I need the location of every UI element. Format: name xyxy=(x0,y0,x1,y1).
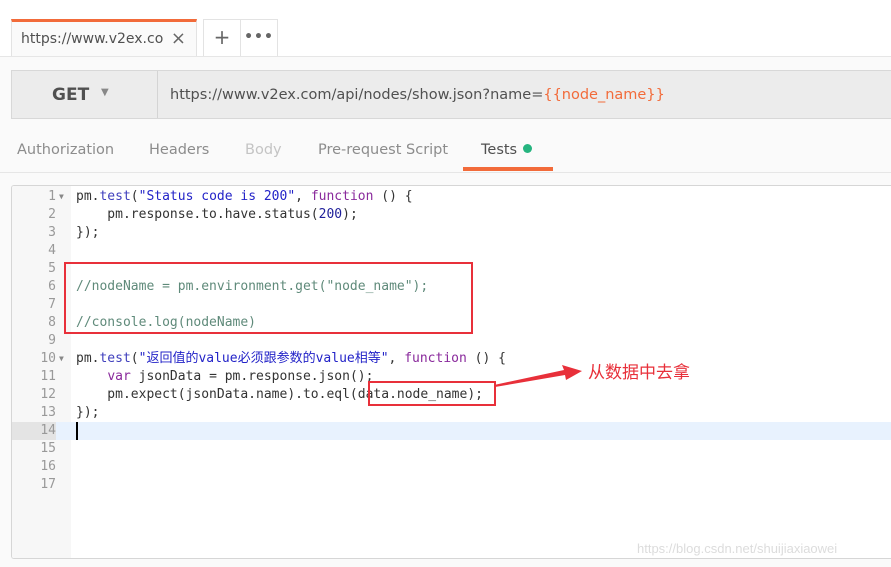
url-base: https://www.v2ex.com/api/nodes/show.json… xyxy=(170,87,544,103)
close-icon[interactable]: × xyxy=(171,28,186,49)
method-select[interactable]: GET ▼ xyxy=(12,71,158,118)
line-number: 5 xyxy=(48,261,56,276)
annotation-box-comments xyxy=(64,262,473,334)
tab-headers[interactable]: Headers xyxy=(149,142,209,158)
annotation-text: 从数据中去拿 xyxy=(588,363,690,383)
code-line: 4 xyxy=(12,242,891,260)
code-text: pm.test("返回值的value必须跟参数的value相等", functi… xyxy=(76,351,506,366)
annotation-arrow-icon xyxy=(494,365,582,387)
tab-authorization[interactable]: Authorization xyxy=(17,142,114,158)
request-tab[interactable]: https://www.v2ex.com/api/nodes/show.json… xyxy=(11,19,197,56)
line-number: 10 xyxy=(40,351,56,366)
code-line: 10 ▼ pm.test("返回值的value必须跟参数的value相等", fu… xyxy=(12,350,891,368)
code-text: pm.response.to.have.status(200); xyxy=(76,207,358,222)
url-variable: {{node_name}} xyxy=(543,87,665,103)
line-number: 4 xyxy=(48,243,56,258)
code-line-active: 14 xyxy=(12,422,891,440)
code-line: 15 xyxy=(12,440,891,458)
tab-actions: + ••• xyxy=(203,19,278,56)
fold-caret-icon[interactable]: ▼ xyxy=(59,350,64,368)
request-subtabs: Authorization Headers Body Pre-request S… xyxy=(0,130,891,173)
code-line: 1 ▼ pm.test("Status code is 200", functio… xyxy=(12,188,891,206)
new-tab-button[interactable]: + xyxy=(204,20,240,56)
code-line: 3 }); xyxy=(12,224,891,242)
watermark: https://blog.csdn.net/shuijiaxiaowei xyxy=(637,541,838,556)
tab-pre-request-script[interactable]: Pre-request Script xyxy=(318,142,448,158)
fold-caret-icon[interactable]: ▼ xyxy=(59,188,64,206)
annotation-box-data-node-name xyxy=(368,381,496,406)
line-number: 8 xyxy=(48,315,56,330)
line-number: 7 xyxy=(48,297,56,312)
chevron-down-icon: ▼ xyxy=(101,87,109,98)
line-number: 16 xyxy=(40,459,56,474)
status-dot-icon xyxy=(523,144,533,153)
request-tab-label: https://www.v2ex.com/api/nodes/show.json xyxy=(21,31,163,47)
url-input[interactable]: https://www.v2ex.com/api/nodes/show.json… xyxy=(170,87,665,103)
line-number: 6 xyxy=(48,279,56,294)
line-number: 11 xyxy=(40,369,56,384)
line-number: 17 xyxy=(40,477,56,492)
line-number: 3 xyxy=(48,225,56,240)
line-number: 9 xyxy=(48,333,56,348)
method-label: GET xyxy=(52,85,90,105)
more-icon[interactable]: ••• xyxy=(240,20,277,56)
line-number: 15 xyxy=(40,441,56,456)
code-line: 17 xyxy=(12,476,891,494)
code-text: var jsonData = pm.response.json(); xyxy=(107,369,374,384)
code-line: 16 xyxy=(12,458,891,476)
line-number: 13 xyxy=(40,405,56,420)
line-number: 1 xyxy=(48,189,56,204)
code-text: }); xyxy=(76,405,100,420)
code-line: 9 xyxy=(12,332,891,350)
tab-tests[interactable]: Tests xyxy=(481,142,533,158)
code-editor[interactable]: 1 ▼ pm.test("Status code is 200", functio… xyxy=(11,185,891,559)
request-bar: GET ▼ https://www.v2ex.com/api/nodes/sho… xyxy=(11,70,891,119)
tab-tests-label: Tests xyxy=(481,142,518,158)
active-tab-indicator xyxy=(463,167,553,171)
code-line: 2 pm.response.to.have.status(200); xyxy=(12,206,891,224)
tab-body[interactable]: Body xyxy=(245,142,282,158)
code-line: 13 }); xyxy=(12,404,891,422)
line-number: 2 xyxy=(48,207,56,222)
line-number: 14 xyxy=(12,422,56,440)
code-text: pm.test("Status code is 200", function (… xyxy=(76,189,413,204)
code-text: }); xyxy=(76,225,100,240)
tab-bar: https://www.v2ex.com/api/nodes/show.json… xyxy=(0,0,891,57)
text-cursor xyxy=(76,422,78,440)
line-number: 12 xyxy=(40,387,56,402)
